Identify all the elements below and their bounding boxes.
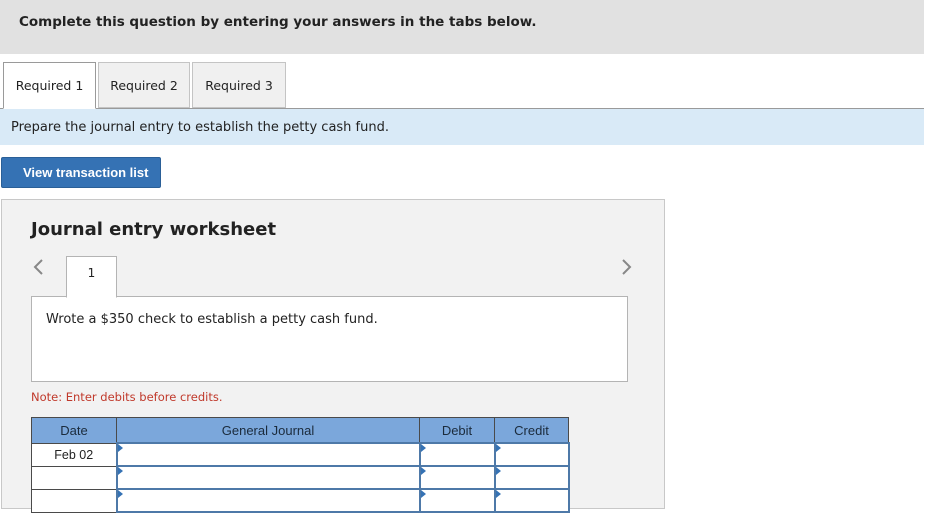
table-row <box>31 465 570 490</box>
chevron-left-icon[interactable] <box>32 257 46 283</box>
chevron-right-icon[interactable] <box>621 257 635 283</box>
debit-input[interactable] <box>418 488 496 513</box>
table-row: Feb 02 <box>31 442 570 467</box>
account-input[interactable] <box>115 442 421 467</box>
transaction-description: Wrote a $350 check to establish a petty … <box>46 312 378 327</box>
instruction-text: Prepare the journal entry to establish t… <box>11 120 389 135</box>
table-row <box>31 488 570 513</box>
journal-worksheet-panel: Journal entry worksheet 1 Wrote a $350 c… <box>1 199 665 513</box>
date-cell: Feb 02 <box>31 442 117 467</box>
credit-input[interactable] <box>493 442 570 467</box>
transaction-description-box: Wrote a $350 check to establish a petty … <box>31 296 628 382</box>
date-cell <box>31 488 117 513</box>
banner-text: Complete this question by entering your … <box>19 14 537 30</box>
view-transaction-list-button[interactable]: View transaction list <box>1 157 161 188</box>
journal-table: Date General Journal Debit Credit Feb 02 <box>31 417 570 513</box>
header-credit: Credit <box>494 417 569 444</box>
header-date: Date <box>31 417 117 444</box>
debits-note: Note: Enter debits before credits. <box>31 390 223 404</box>
account-input[interactable] <box>115 488 421 513</box>
credit-input[interactable] <box>493 465 570 490</box>
account-input[interactable] <box>115 465 421 490</box>
credit-input[interactable] <box>493 488 570 513</box>
header-general-journal: General Journal <box>116 417 420 444</box>
worksheet-title: Journal entry worksheet <box>31 219 277 240</box>
tab-required-1[interactable]: Required 1 <box>3 62 96 109</box>
header-debit: Debit <box>419 417 495 444</box>
tab-required-2[interactable]: Required 2 <box>98 62 190 108</box>
entry-tab-1[interactable]: 1 <box>66 256 117 298</box>
tab-required-3[interactable]: Required 3 <box>192 62 286 108</box>
instruction-bar: Prepare the journal entry to establish t… <box>0 109 924 145</box>
date-cell <box>31 465 117 490</box>
question-banner: Complete this question by entering your … <box>0 0 924 54</box>
debit-input[interactable] <box>418 465 496 490</box>
debit-input[interactable] <box>418 442 496 467</box>
table-header-row: Date General Journal Debit Credit <box>31 417 569 444</box>
